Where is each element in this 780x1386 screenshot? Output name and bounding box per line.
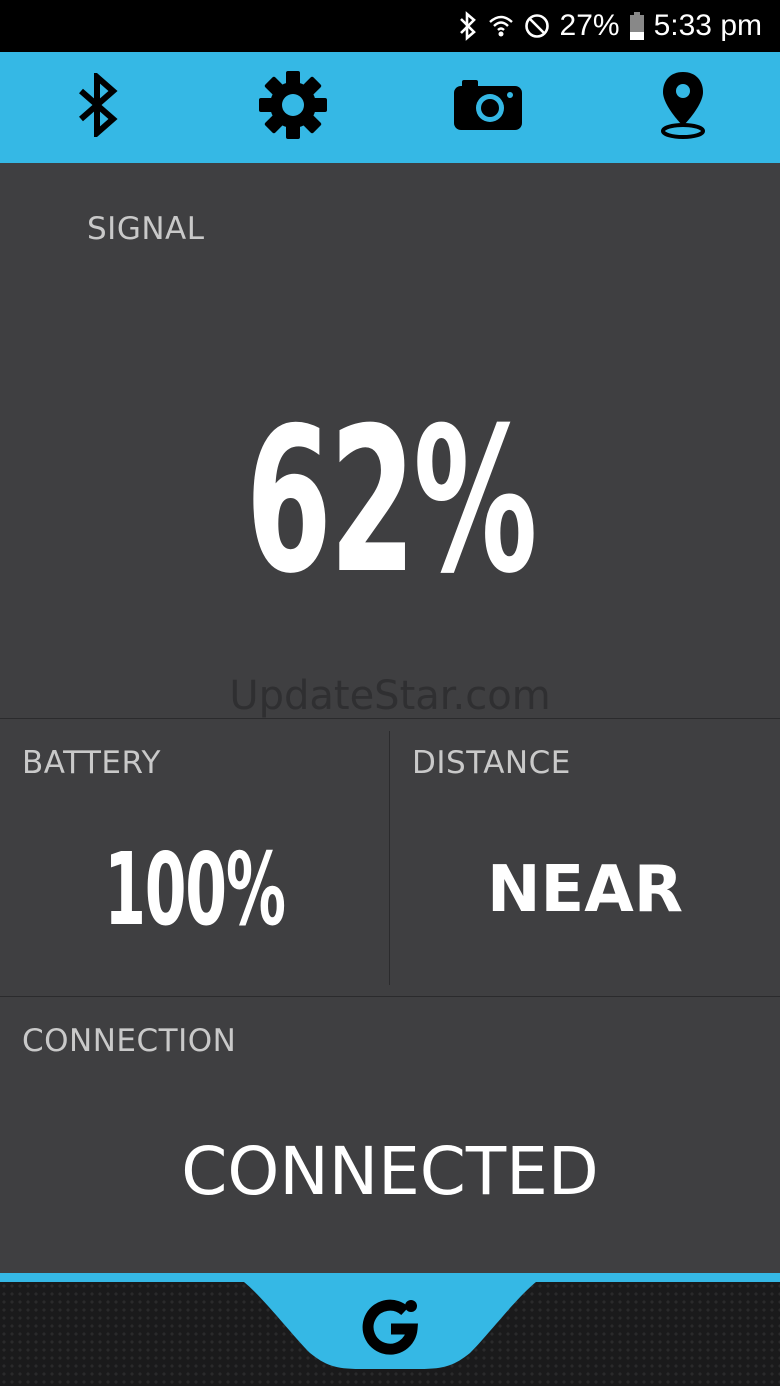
bluetooth-icon (75, 70, 121, 142)
divider (0, 996, 780, 997)
camera-icon (452, 78, 524, 137)
distance-value: NEAR (486, 853, 684, 927)
settings-button[interactable] (195, 52, 390, 163)
footer-bar (0, 1273, 780, 1386)
gear-icon (258, 70, 328, 145)
connection-label: CONNECTION (22, 1023, 237, 1059)
signal-value: 62% (245, 385, 537, 618)
battery-value-container: 100% (0, 831, 389, 948)
do-not-disturb-icon (524, 13, 550, 39)
connection-value: CONNECTED (181, 1133, 599, 1210)
camera-button[interactable] (390, 52, 585, 163)
battery-icon (629, 12, 644, 40)
battery-percent: 27% (559, 9, 620, 42)
bluetooth-icon (458, 11, 478, 41)
main-panel: SIGNAL 62% UpdateStar.com BATTERY 100% D… (0, 163, 780, 1273)
distance-label: DISTANCE (412, 745, 571, 781)
location-pin-icon (658, 70, 708, 145)
battery-value: 100% (104, 831, 286, 948)
top-toolbar (0, 52, 780, 163)
watermark: UpdateStar.com (229, 673, 551, 719)
status-bar: 27% 5:33 pm (0, 0, 780, 52)
signal-value-container: 62% (0, 385, 780, 618)
wifi-icon (488, 13, 514, 39)
bluetooth-button[interactable] (0, 52, 195, 163)
g-logo-icon (353, 1299, 427, 1369)
divider (0, 718, 780, 719)
location-button[interactable] (585, 52, 780, 163)
signal-label: SIGNAL (87, 211, 205, 247)
clock: 5:33 pm (653, 9, 762, 42)
battery-label: BATTERY (22, 745, 161, 781)
home-button[interactable] (353, 1291, 427, 1365)
